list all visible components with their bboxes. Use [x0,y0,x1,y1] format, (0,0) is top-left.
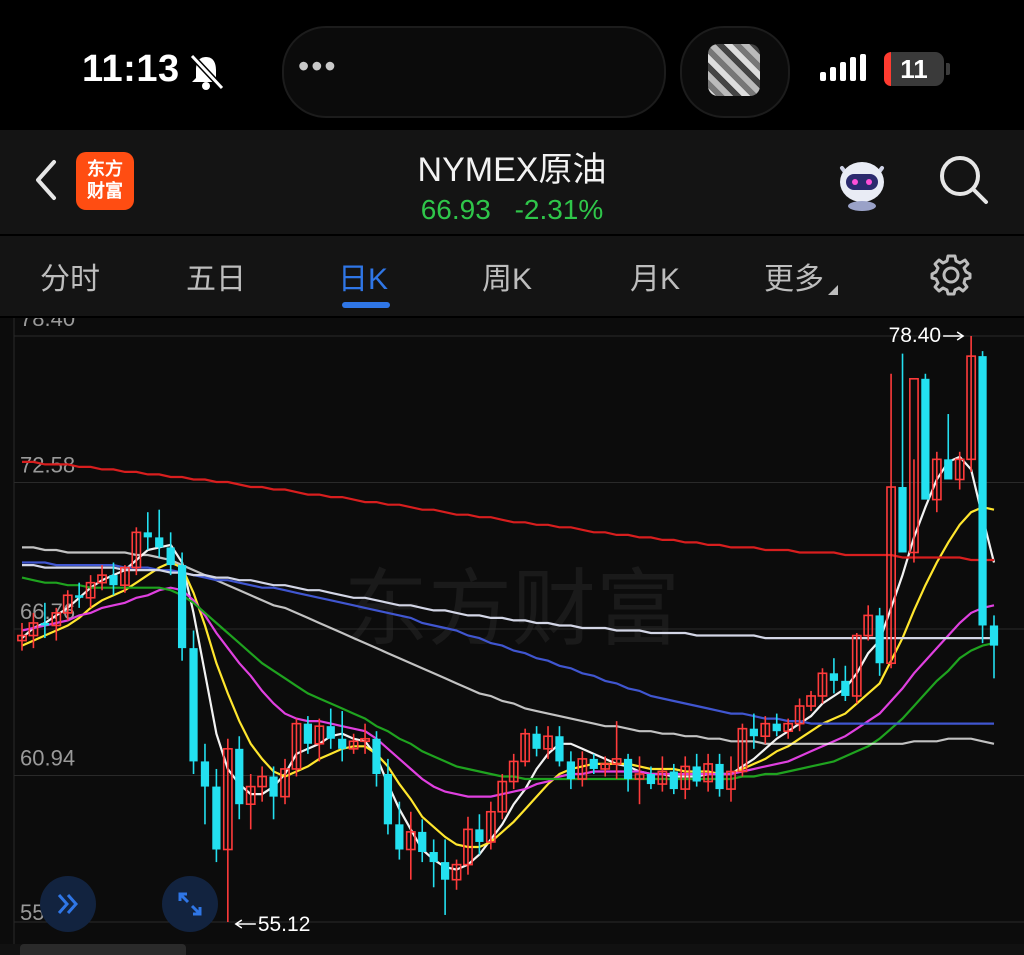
percent-change: -2.31% [514,194,604,225]
battery-percent: 11 [900,54,928,84]
tab-five-day[interactable]: 五日 [186,254,246,298]
robot-assistant-icon[interactable] [832,152,892,212]
candle-body [566,761,576,780]
tab-monthly-k[interactable]: 月K [630,254,680,298]
candle-body [429,852,438,863]
candle-body [749,728,758,737]
tab-daily-k[interactable]: 日K [338,254,388,298]
fullscreen-button[interactable] [162,876,218,932]
candle-body [383,773,393,825]
period-tabs: 分时 五日 日K 周K 月K 更多 [0,236,1024,316]
candle-body [978,356,987,626]
candle-body [829,673,839,681]
candle-body [40,622,49,626]
candle-body [155,537,164,548]
candle-body [109,575,118,586]
candle-body [646,773,656,785]
expand-arrows-icon [178,892,202,916]
candle-body [372,738,381,774]
indicator-bar [0,944,1024,955]
candle-body [418,831,427,853]
candle-body [475,829,484,842]
kline-chart[interactable]: 东方财富 78.4072.5866.7660.9455.12 78.4055.1… [0,318,1024,955]
y-tick-label: 60.94 [20,746,75,771]
candle-body [75,595,84,598]
battery-icon: 11 [884,52,944,86]
candle-body [589,758,598,769]
island-dots: ••• [298,48,338,84]
bell-slash-icon [189,53,225,91]
candle-body [326,726,335,739]
moving-average-lines [21,455,996,871]
moving-average-line [21,455,996,871]
candle-body [440,862,450,880]
candle-body [303,723,312,744]
candle-body [555,736,564,762]
candle-body [875,615,884,664]
candle-body [143,532,152,538]
candle-body [669,771,678,790]
candle-body [841,680,850,696]
candle-body [989,625,999,646]
y-tick-label: 78.40 [20,318,75,331]
tab-more-label: 更多 [764,263,824,296]
watermark: 东方财富 [344,560,680,658]
double-chevron-right-icon [57,894,79,914]
last-price: 66.93 [420,194,491,225]
kline-chart-svg: 东方财富 78.4072.5866.7660.9455.12 78.4055.1… [13,318,1024,955]
gear-icon[interactable] [930,254,972,296]
candle-body [532,733,541,749]
dropdown-triangle-icon [828,285,838,295]
candle-body [166,547,175,566]
candle-body [395,824,404,850]
status-bar: 11:13 ••• 11 [0,0,1024,130]
active-tab-indicator [342,302,390,308]
collapse-panel-button[interactable] [40,876,96,932]
candle-body [269,776,278,797]
candle-body [212,786,221,850]
status-time: 11:13 [82,48,180,90]
signal-icon [820,54,866,81]
candle-body [944,459,953,480]
candle-body [200,761,210,787]
album-art-icon [708,44,760,96]
candle-body [338,738,347,749]
candle-body [715,763,724,790]
stock-header: 东方 财富 NYMEX原油 66.93 -2.31% [0,130,1024,234]
candle-body [692,766,701,782]
tab-intraday[interactable]: 分时 [40,254,100,298]
candle-body [235,748,244,805]
battery-cap [946,63,950,75]
candle-body [921,378,930,500]
min-price-label: 55.12 [258,913,311,936]
indicator-pill[interactable] [20,944,186,955]
max-price-label: 78.40 [889,324,942,347]
search-icon[interactable] [936,152,992,208]
dynamic-island [282,26,666,118]
candle-body [177,565,187,649]
tab-more[interactable]: 更多 [764,254,838,298]
candle-body [623,758,633,780]
candle-body [898,487,907,553]
candle-body [189,648,198,762]
candle-body [772,723,781,732]
tab-weekly-k[interactable]: 周K [482,254,532,298]
